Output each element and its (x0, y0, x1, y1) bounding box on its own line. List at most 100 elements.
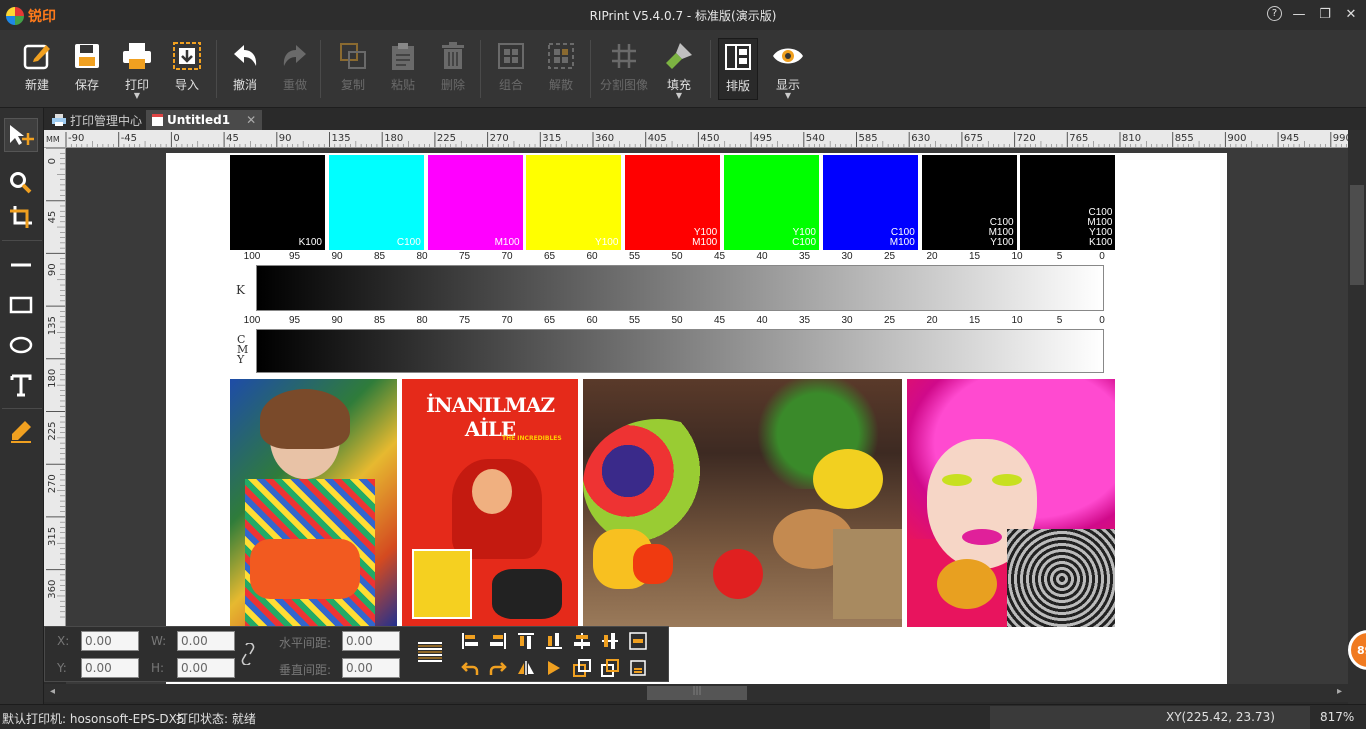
horizontal-scrollbar[interactable]: ◂ ||| ▸ (44, 684, 1348, 702)
print-button[interactable]: 打印 ▼ (114, 40, 160, 100)
print-page[interactable]: K100 C100 M100 Y100 Y100 M100 Y100 C100 C100 M100… (166, 153, 1227, 684)
distribute-lines-icon[interactable] (417, 641, 443, 663)
align-right-icon[interactable] (489, 632, 507, 650)
distribute-icon[interactable] (629, 632, 647, 650)
tab-untitled1-label: Untitled1 (167, 113, 231, 127)
photo-vegetables[interactable] (583, 379, 902, 627)
close-button[interactable]: ✕ (1342, 5, 1360, 23)
scroll-left-arrow-icon[interactable]: ◂ (50, 686, 55, 697)
copy-icon (340, 43, 366, 69)
height-input[interactable]: 0.00 (177, 658, 235, 678)
help-icon[interactable]: ? (1267, 6, 1282, 21)
align-top-icon[interactable] (517, 632, 535, 650)
line-tool[interactable] (4, 248, 38, 282)
rectangle-tool[interactable] (4, 288, 38, 322)
photo-pink-hair-woman[interactable] (907, 379, 1115, 627)
design-canvas[interactable]: K100 C100 M100 Y100 Y100 M100 Y100 C100 C100 M100… (66, 148, 1348, 684)
flip-horizontal-icon[interactable] (517, 659, 535, 677)
vertical-spacing-input[interactable]: 0.00 (342, 658, 400, 678)
gradient-tick-label: 80 (416, 251, 428, 262)
align-left-icon[interactable] (461, 632, 479, 650)
gradient-tick-label: 85 (373, 251, 386, 262)
import-button[interactable]: 导入 (164, 40, 210, 93)
k-gradient-bar[interactable] (256, 265, 1104, 311)
flip-vertical-icon[interactable] (545, 659, 563, 677)
y-input[interactable]: 0.00 (81, 658, 139, 678)
restore-button[interactable]: ❐ (1316, 5, 1334, 23)
tab-untitled1[interactable]: Untitled1 ✕ (146, 110, 263, 130)
grid-split-icon (612, 44, 636, 68)
pencil-icon (11, 421, 31, 443)
send-back-icon[interactable] (601, 659, 619, 677)
document-icon (152, 114, 163, 126)
tool-palette (0, 108, 44, 704)
ruler-v-label: 90 (47, 263, 58, 276)
ruler-h-label: -45 (121, 133, 137, 144)
fill-button[interactable]: 填充 ▼ (656, 40, 702, 100)
new-button[interactable]: 新建 (14, 40, 60, 93)
ellipse-tool[interactable] (4, 328, 38, 362)
vertical-scrollbar[interactable] (1348, 130, 1366, 704)
zoom-tool[interactable] (4, 166, 38, 200)
link-icon[interactable] (241, 643, 255, 665)
color-swatch[interactable]: Y100 (526, 155, 622, 250)
line-icon (11, 263, 31, 267)
align-bottom-icon[interactable] (545, 632, 563, 650)
paste-button[interactable]: 粘贴 (380, 40, 426, 93)
gradient-tick-label: 30 (841, 315, 853, 326)
delete-button[interactable]: 删除 (430, 40, 476, 93)
ruler-h-label: 180 (384, 133, 403, 144)
fill-dropdown-icon[interactable]: ▼ (656, 92, 702, 100)
display-dropdown-icon[interactable]: ▼ (765, 92, 811, 100)
height-label: H: (151, 661, 165, 675)
scroll-right-arrow-icon[interactable]: ▸ (1337, 686, 1342, 697)
size-equal-icon[interactable] (629, 659, 647, 677)
new-label: 新建 (24, 78, 49, 92)
display-button[interactable]: 显示 ▼ (765, 40, 811, 100)
horizontal-scroll-thumb[interactable]: ||| (647, 686, 747, 700)
minimize-button[interactable]: — (1290, 5, 1308, 23)
select-move-tool[interactable] (4, 118, 38, 152)
group-button[interactable]: 组合 (488, 40, 534, 93)
rotate-right-icon[interactable] (489, 659, 507, 677)
tab-close-icon[interactable]: ✕ (246, 113, 256, 127)
color-swatch[interactable]: M100 (427, 155, 523, 250)
horizontal-spacing-input[interactable]: 0.00 (342, 631, 400, 651)
redo-button[interactable]: 重做 (272, 40, 318, 93)
color-swatch[interactable]: C100 M100 Y100 K100 (1020, 155, 1116, 250)
undo-button[interactable]: 撤消 (222, 40, 268, 93)
text-icon (10, 374, 32, 397)
swatch-label: Y100 C100 (792, 227, 816, 248)
gradient-tick-label: 45 (713, 315, 726, 326)
text-tool[interactable] (4, 368, 38, 402)
new-icon (23, 44, 50, 70)
tab-print-manager[interactable]: 打印管理中心 (46, 110, 148, 130)
align-center-v-icon[interactable] (573, 632, 591, 650)
ungroup-button[interactable]: 解散 (538, 40, 584, 93)
color-swatch[interactable]: C100 M100 Y100 (921, 155, 1017, 250)
cmy-gradient-label: C M Y (237, 333, 249, 366)
color-swatch[interactable]: C100 (328, 155, 424, 250)
print-dropdown-icon[interactable]: ▼ (114, 92, 160, 100)
color-swatch[interactable]: Y100 C100 (724, 155, 819, 250)
color-swatch[interactable]: Y100 M100 (625, 155, 721, 250)
x-input[interactable]: 0.00 (81, 631, 139, 651)
split-image-button[interactable]: 分割图像 (596, 40, 652, 93)
crop-icon (10, 206, 32, 228)
copy-button[interactable]: 复制 (330, 40, 376, 93)
align-center-h-icon[interactable] (601, 632, 619, 650)
bring-front-icon[interactable] (573, 659, 591, 677)
pen-tool[interactable] (4, 414, 38, 448)
gradient-tick-label: 30 (841, 251, 853, 262)
photo-incredibles-poster[interactable]: İNANILMAZ AİLE THE INCREDIBLES (402, 379, 578, 627)
color-swatch[interactable]: K100 (230, 155, 325, 250)
save-button[interactable]: 保存 (64, 40, 110, 93)
rotate-left-icon[interactable] (461, 659, 479, 677)
vertical-scroll-thumb[interactable] (1350, 185, 1364, 285)
photo-woman-handbag[interactable] (230, 379, 397, 627)
cmy-gradient-bar[interactable] (256, 329, 1104, 373)
layout-button[interactable]: 排版 (718, 38, 758, 100)
color-swatch[interactable]: C100 M100 (822, 155, 918, 250)
width-input[interactable]: 0.00 (177, 631, 235, 651)
crop-tool[interactable] (4, 200, 38, 234)
